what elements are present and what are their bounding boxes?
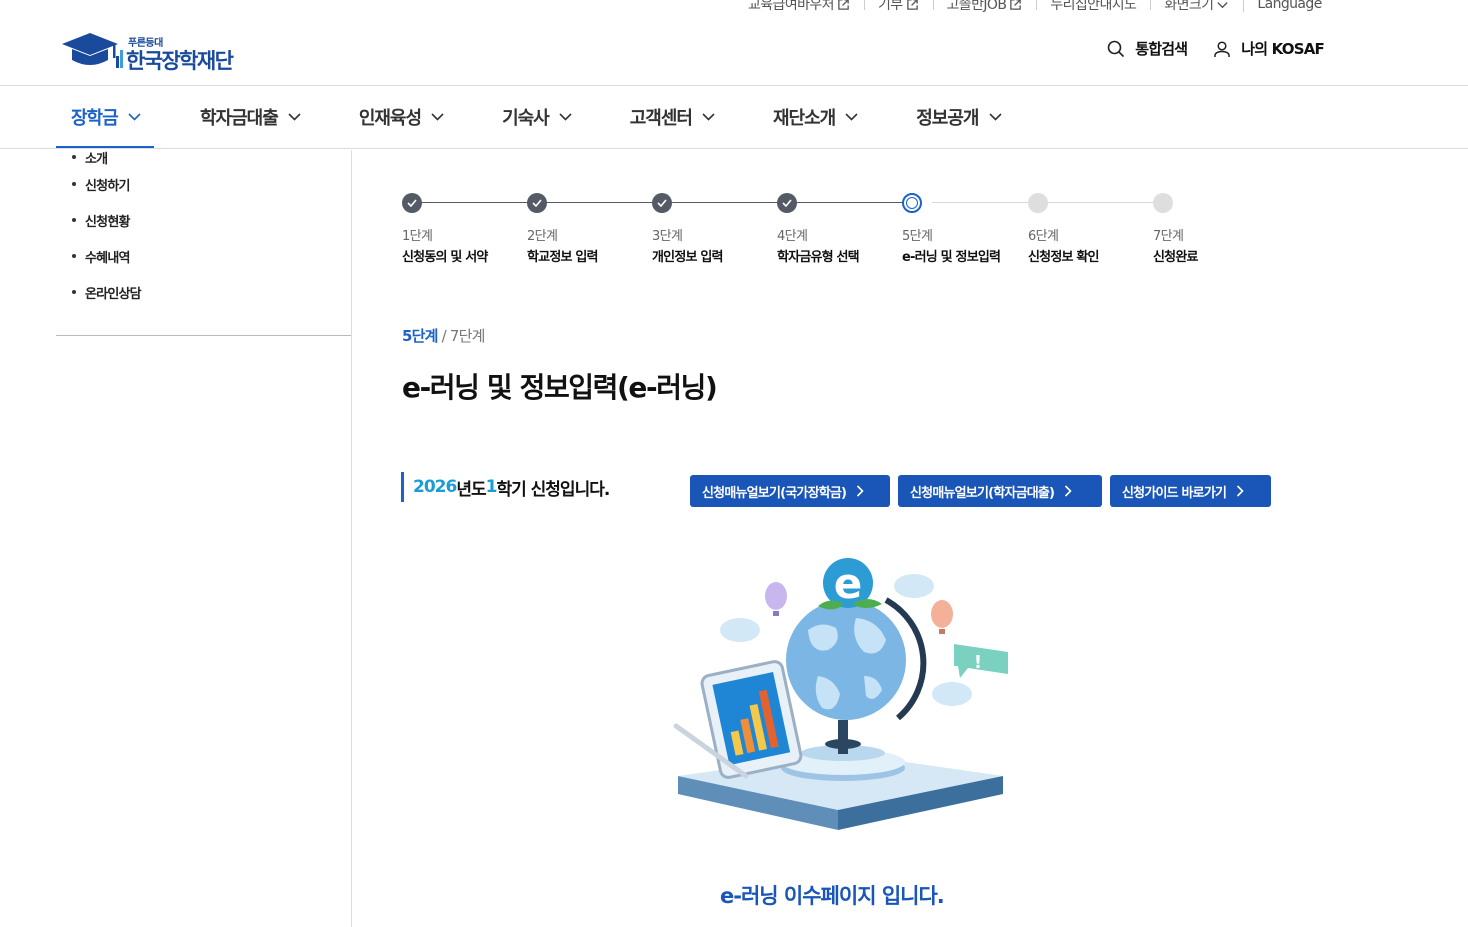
gnb-scholarship[interactable]: 장학금 (56, 86, 154, 149)
graduation-cap-logo-icon (62, 33, 123, 68)
util-donation[interactable]: 기부 (863, 0, 933, 14)
search-button[interactable]: 통합검색 (1107, 38, 1188, 59)
my-kosaf-button[interactable]: 나의 KOSAF (1213, 38, 1325, 59)
side-nav: 소개 신청하기 신청현황 수혜내역 온라인상담 (56, 148, 351, 310)
chevron-right-icon (1065, 485, 1072, 497)
step-3: 3단계 개인정보 입력 (652, 193, 782, 265)
semester-notice: 2026 년도 1 학기 신청입니다. (401, 472, 610, 502)
check-icon (777, 193, 797, 213)
chevron-down-icon (702, 113, 715, 121)
util-screen-size[interactable]: 화면크기 (1150, 0, 1243, 14)
util-job[interactable]: 고졸반JOB (932, 0, 1037, 14)
check-icon (402, 193, 422, 213)
manual-loan-button[interactable]: 신청매뉴얼보기(학자금대출) (898, 475, 1102, 507)
step-6: 6단계 신청정보 확인 (1028, 193, 1158, 265)
gnb-dormitory[interactable]: 기숙사 (502, 86, 572, 148)
external-link-icon (906, 0, 918, 10)
util-language[interactable]: Language (1243, 0, 1335, 12)
external-link-icon (1010, 0, 1022, 10)
main-nav: 장학금 학자금대출 인재육성 기숙사 고객센터 재단소개 정보공개 (56, 86, 1002, 149)
apply-guide-button[interactable]: 신청가이드 바로가기 (1110, 475, 1271, 507)
side-nav-divider (56, 335, 351, 336)
elearning-globe-illustration: e ! (673, 558, 1008, 830)
utility-bar: 교육급여바우처 기부 고졸반JOB 누리집안내지도 화면크기 Language (748, 0, 1336, 14)
side-nav-item-consult[interactable]: 온라인상담 (56, 274, 351, 310)
external-link-icon (838, 0, 849, 10)
chevron-right-icon (1237, 485, 1244, 497)
step-7: 7단계 신청완료 (1153, 193, 1283, 265)
side-nav-item-status[interactable]: 신청현황 (56, 202, 351, 238)
svg-text:e: e (834, 559, 863, 608)
chevron-down-icon (845, 113, 858, 121)
step-5: 5단계 e-러닝 및 정보입력 (902, 193, 1032, 265)
gnb-disclosure[interactable]: 정보공개 (916, 86, 1002, 148)
step-progress: 1단계 신청동의 및 서약 2단계 학교정보 입력 3단계 개인정보 입력 4단… (402, 193, 1252, 273)
logo-subtitle: 푸른등대 (128, 38, 163, 49)
page-title: e-러닝 및 정보입력(e-러닝) (402, 371, 718, 404)
logo-title: 한국장학재단 (126, 49, 234, 73)
gnb-about[interactable]: 재단소개 (773, 86, 858, 148)
chevron-right-icon (857, 485, 864, 497)
side-nav-item-benefits[interactable]: 수혜내역 (56, 238, 351, 274)
chevron-down-icon (988, 113, 1002, 121)
pending-step-icon (1153, 193, 1173, 213)
gnb-talent[interactable]: 인재육성 (359, 86, 444, 148)
side-nav-item-intro[interactable]: 소개 (56, 148, 351, 167)
chevron-down-icon (1217, 1, 1229, 8)
gnb-loan[interactable]: 학자금대출 (200, 86, 301, 148)
util-edu-voucher[interactable]: 교육급여바우처 (748, 0, 864, 14)
step-4: 4단계 학자금유형 선택 (777, 193, 907, 265)
completion-message: e-러닝 이수페이지 입니다. (720, 884, 945, 908)
side-nav-item-apply[interactable]: 신청하기 (56, 166, 351, 202)
step-1: 1단계 신청동의 및 서약 (402, 193, 532, 265)
manual-scholarship-button[interactable]: 신청매뉴얼보기(국가장학금) (690, 475, 890, 507)
chevron-down-icon (559, 113, 572, 121)
svg-text:!: ! (974, 652, 982, 673)
gnb-customer[interactable]: 고객센터 (630, 86, 715, 148)
util-sitemap[interactable]: 누리집안내지도 (1036, 0, 1150, 14)
content-divider (351, 150, 352, 927)
current-step-icon (902, 193, 922, 213)
guide-buttons: 신청매뉴얼보기(국가장학금) 신청매뉴얼보기(학자금대출) 신청가이드 바로가기 (690, 475, 1279, 507)
user-icon (1214, 40, 1230, 57)
step-indicator: 5단계 / 7단계 (402, 327, 485, 345)
search-icon (1107, 40, 1125, 57)
chevron-down-icon (431, 113, 444, 121)
step-2: 2단계 학교정보 입력 (527, 193, 657, 265)
header-actions: 통합검색 나의 KOSAF (1081, 38, 1325, 59)
chevron-down-icon (288, 113, 301, 121)
logo[interactable]: 푸른등대 한국장학재단 (60, 28, 234, 73)
pending-step-icon (1028, 193, 1048, 213)
chevron-down-icon (128, 113, 141, 121)
check-icon (652, 193, 672, 213)
check-icon (527, 193, 547, 213)
